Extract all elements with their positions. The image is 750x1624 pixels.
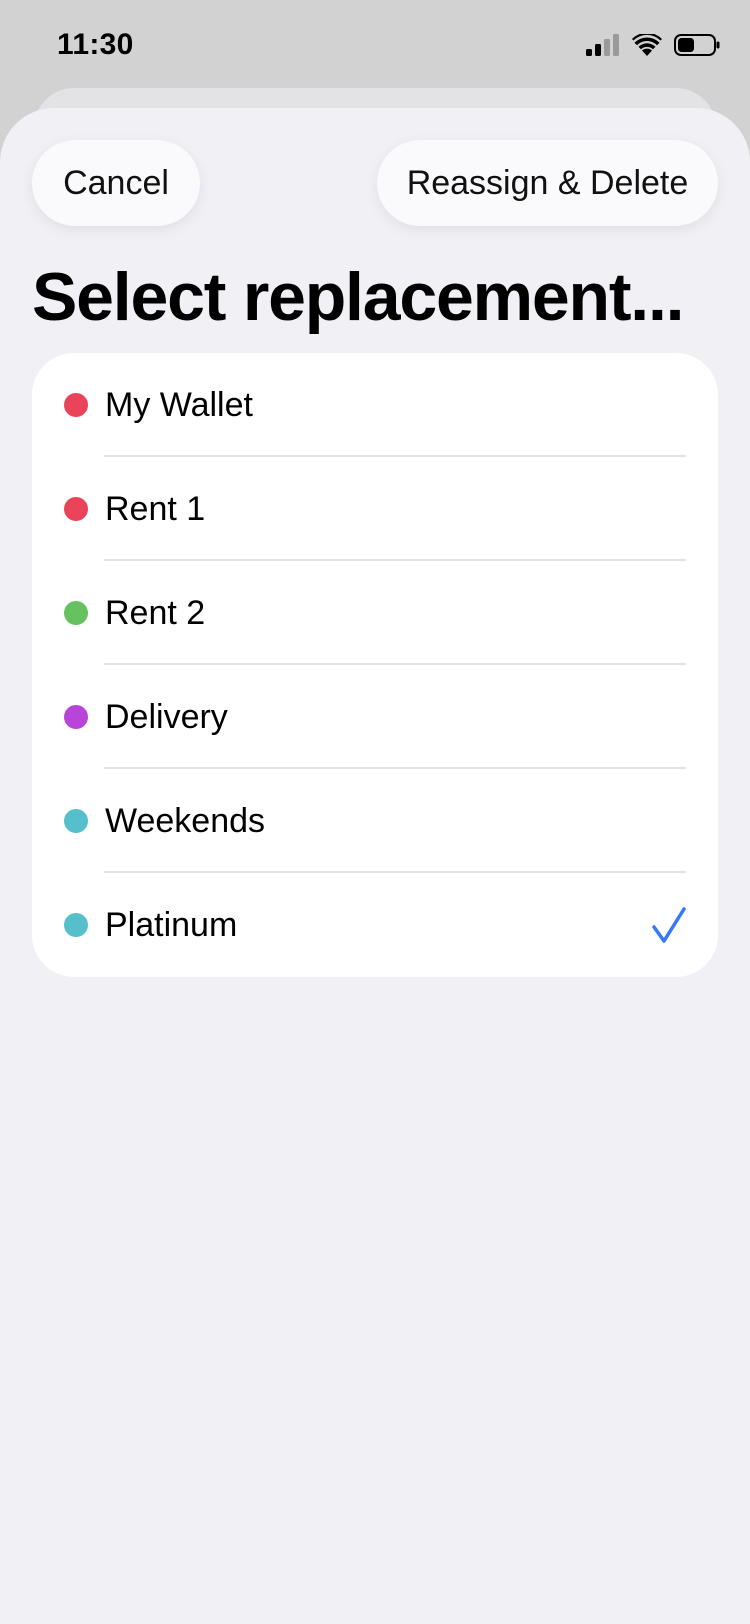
reassign-delete-button[interactable]: Reassign & Delete (377, 140, 718, 226)
list-item[interactable]: Rent 1 (32, 457, 718, 561)
status-time: 11:30 (57, 28, 134, 61)
list-item[interactable]: My Wallet (32, 353, 718, 457)
list-item-label: Platinum (105, 906, 238, 944)
list-item[interactable]: Rent 2 (32, 561, 718, 665)
list-item-label: Delivery (105, 698, 228, 736)
cancel-button[interactable]: Cancel (32, 140, 200, 226)
account-list: My Wallet Rent 1 Rent 2 Delivery Weekend… (32, 353, 718, 977)
color-dot (64, 809, 88, 833)
list-item-label: Weekends (105, 802, 266, 840)
wifi-icon (632, 34, 662, 56)
list-item-label: Rent 2 (105, 594, 206, 632)
color-dot (64, 393, 88, 417)
page-title: Select replacement... (32, 259, 685, 335)
cellular-signal-icon (586, 34, 619, 56)
list-item[interactable]: Platinum (32, 873, 718, 977)
list-item[interactable]: Weekends (32, 769, 718, 873)
list-item-label: Rent 1 (105, 490, 206, 528)
status-bar: 11:30 (0, 0, 750, 90)
color-dot (64, 705, 88, 729)
color-dot (64, 913, 88, 937)
list-item[interactable]: Delivery (32, 665, 718, 769)
color-dot (64, 497, 88, 521)
battery-icon (674, 34, 720, 56)
list-item-label: My Wallet (105, 386, 253, 424)
modal-sheet: Cancel Reassign & Delete Select replacem… (0, 108, 750, 1624)
color-dot (64, 601, 88, 625)
checkmark-icon (652, 907, 686, 943)
status-icons (586, 32, 720, 58)
